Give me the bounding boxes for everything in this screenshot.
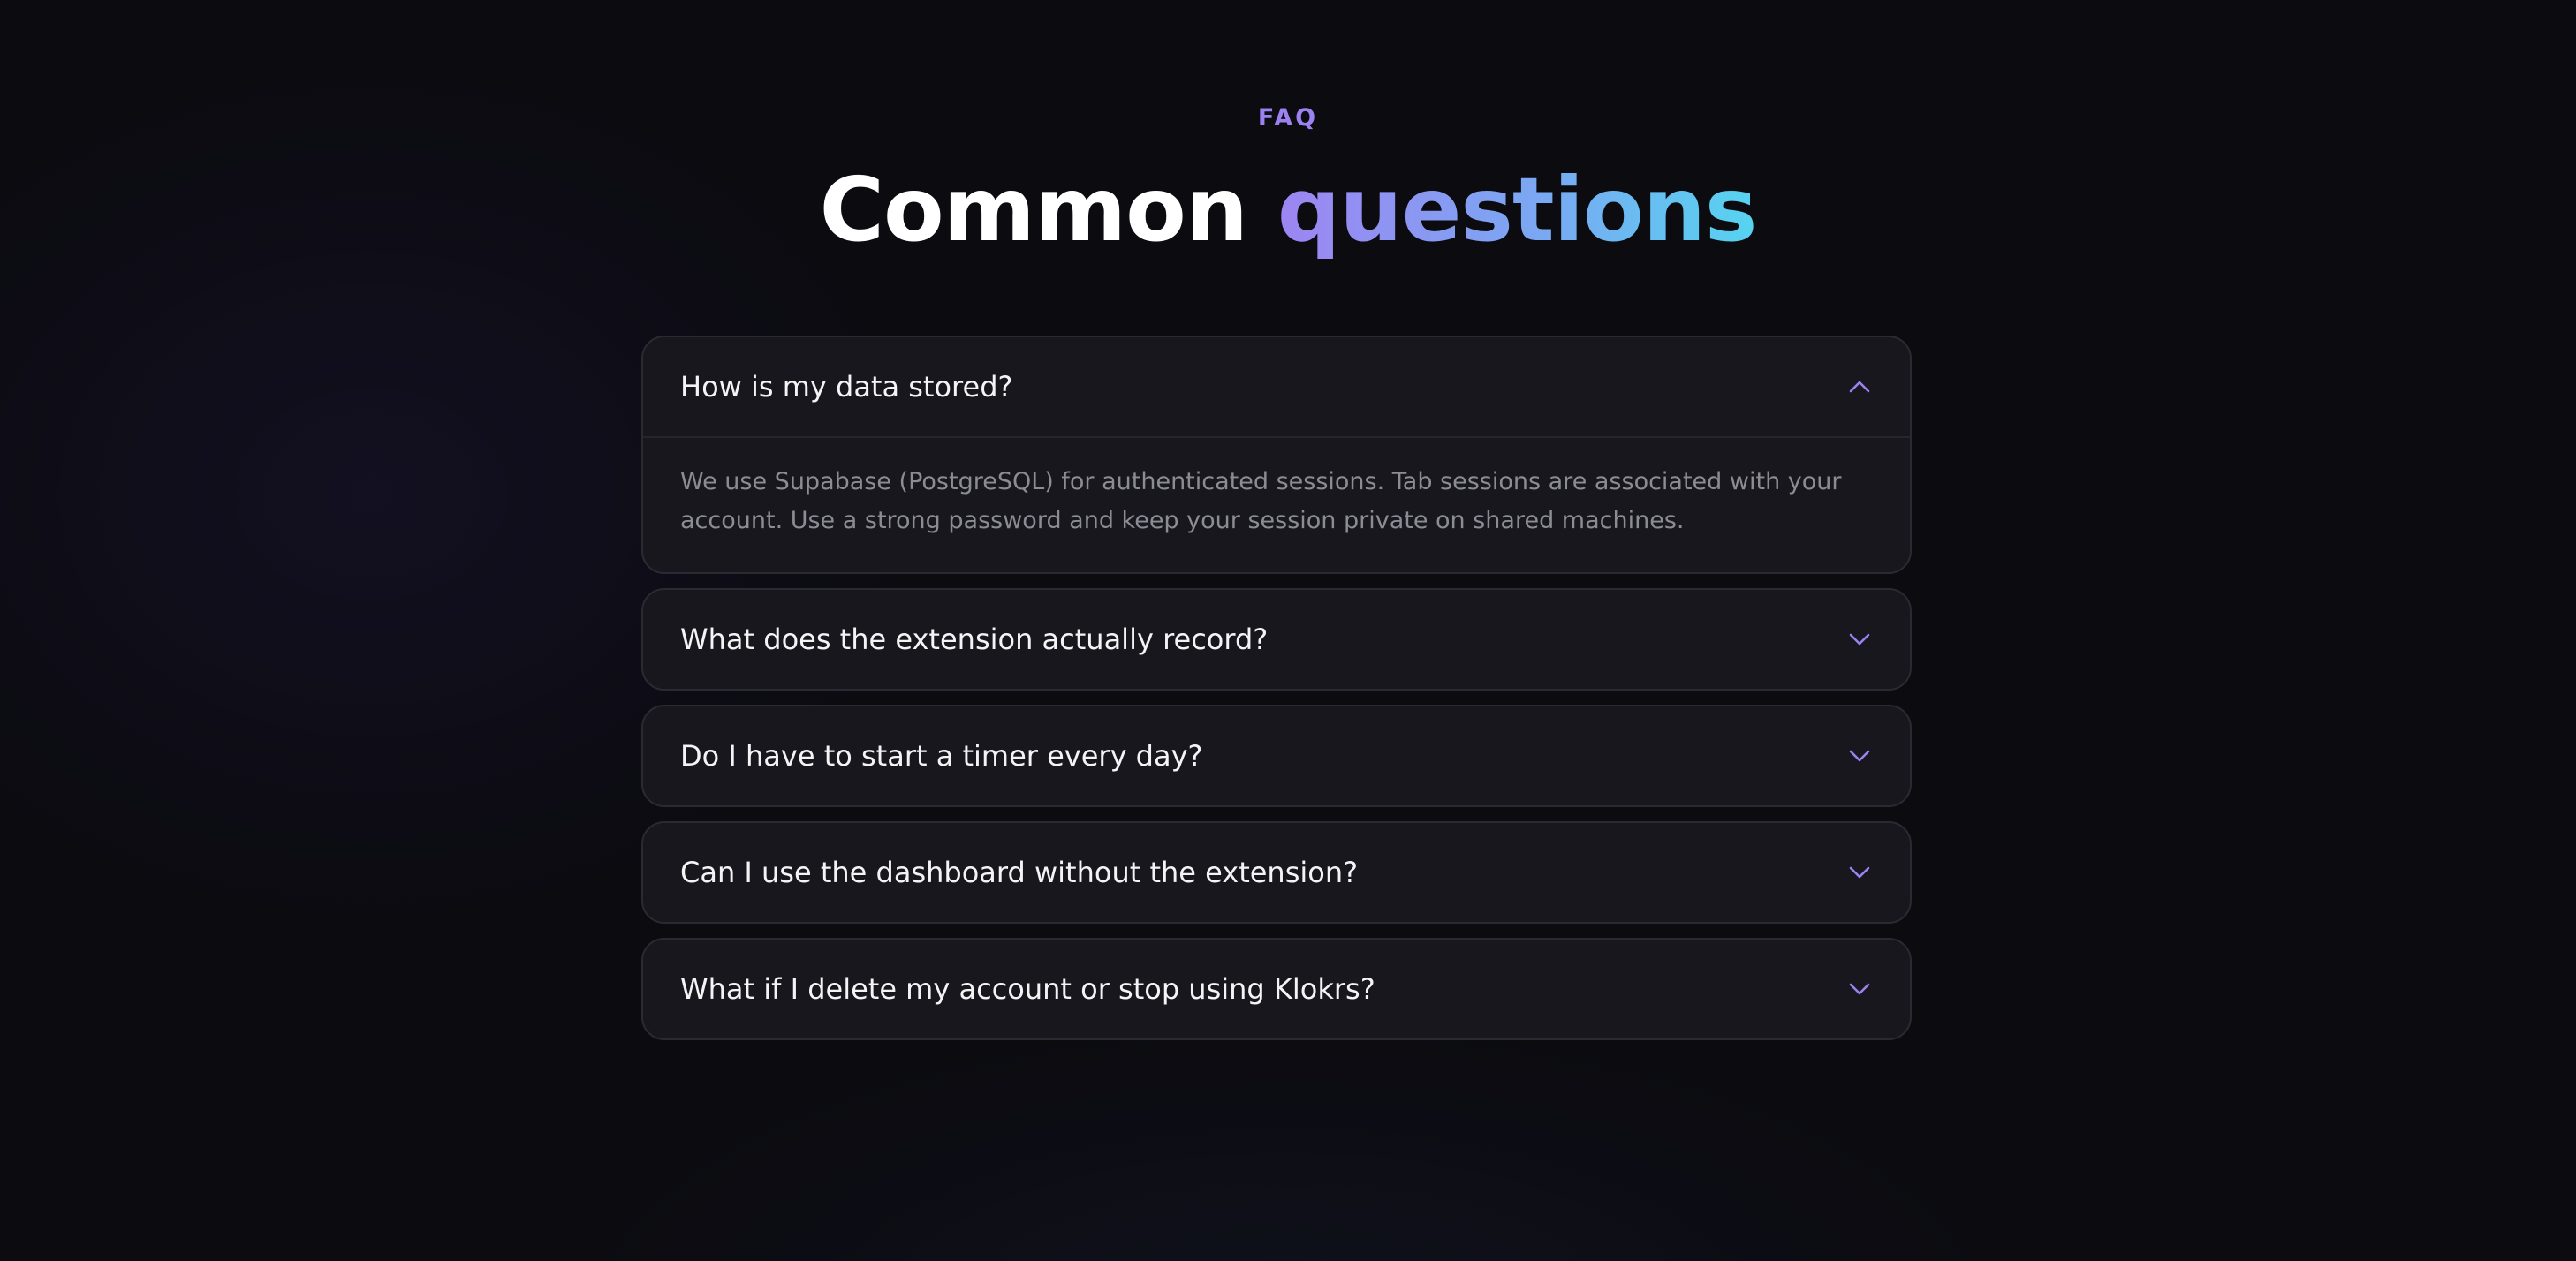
section-eyebrow: FAQ (1257, 104, 1319, 132)
faq-item: What does the extension actually record? (641, 588, 1912, 691)
chevron-down-icon (1846, 626, 1873, 653)
faq-question-toggle[interactable]: How is my data stored? (643, 337, 1910, 436)
faq-list: How is my data stored? We use Supabase (… (641, 336, 1912, 1054)
faq-item: Do I have to start a timer every day? (641, 705, 1912, 807)
faq-item: What if I delete my account or stop usin… (641, 938, 1912, 1040)
faq-answer: We use Supabase (PostgreSQL) for authent… (643, 436, 1910, 572)
faq-question-toggle[interactable]: Do I have to start a timer every day? (643, 706, 1910, 805)
faq-question-text: What does the extension actually record? (680, 623, 1269, 656)
faq-question-text: Do I have to start a timer every day? (680, 739, 1203, 773)
chevron-down-icon (1846, 976, 1873, 1002)
faq-question-text: What if I delete my account or stop usin… (680, 972, 1375, 1006)
faq-question-text: Can I use the dashboard without the exte… (680, 856, 1359, 889)
faq-question-text: How is my data stored? (680, 370, 1013, 404)
faq-question-toggle[interactable]: What if I delete my account or stop usin… (643, 940, 1910, 1038)
chevron-down-icon (1846, 743, 1873, 769)
page-title-accent: questions (1277, 158, 1758, 261)
page-title-plain: Common (819, 158, 1248, 261)
faq-question-toggle[interactable]: What does the extension actually record? (643, 590, 1910, 689)
faq-item: How is my data stored? We use Supabase (… (641, 336, 1912, 574)
chevron-up-icon (1846, 374, 1873, 400)
page-title: Common questions (0, 157, 2576, 263)
faq-question-toggle[interactable]: Can I use the dashboard without the exte… (643, 823, 1910, 922)
faq-item: Can I use the dashboard without the exte… (641, 821, 1912, 924)
chevron-down-icon (1846, 859, 1873, 886)
